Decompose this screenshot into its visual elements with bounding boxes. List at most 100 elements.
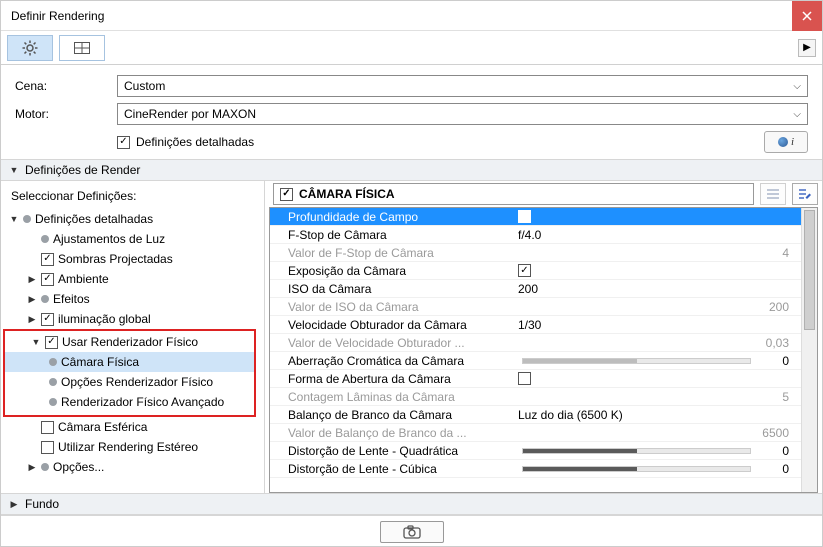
scene-value: Custom bbox=[124, 79, 165, 93]
exposure-checkbox[interactable] bbox=[518, 264, 531, 277]
triangle-down-icon: ▼ bbox=[9, 165, 19, 175]
tree-gi[interactable]: ▶ iluminação global bbox=[1, 309, 260, 329]
triangle-right-icon: ▶ bbox=[27, 314, 37, 325]
scrollbar-thumb[interactable] bbox=[804, 210, 815, 330]
prop-distortion-cubic[interactable]: Distorção de Lente - Cúbica 0 bbox=[270, 460, 817, 478]
tree-physical-camera[interactable]: Câmara Física bbox=[5, 352, 254, 372]
render-preview-button[interactable] bbox=[380, 521, 444, 543]
prop-chromatic[interactable]: Aberração Cromática da Câmara 0 bbox=[270, 352, 817, 370]
spherical-checkbox[interactable] bbox=[41, 421, 54, 434]
bullet-icon bbox=[41, 463, 49, 471]
chevron-down-icon: ⌵ bbox=[793, 109, 801, 120]
prop-aperture-shape[interactable]: Forma de Abertura da Câmara bbox=[270, 370, 817, 388]
triangle-right-icon: ▶ bbox=[27, 462, 37, 473]
prop-fstop-value[interactable]: Valor de F-Stop de Câmara 4 bbox=[270, 244, 817, 262]
bullet-icon bbox=[41, 295, 49, 303]
bullet-icon bbox=[49, 378, 57, 386]
prop-fstop[interactable]: F-Stop de Câmara f/4.0 bbox=[270, 226, 817, 244]
fundo-header[interactable]: ▶ Fundo bbox=[1, 493, 822, 515]
engine-info-button[interactable]: i bbox=[764, 131, 808, 153]
prop-label: Balanço de Branco da Câmara bbox=[288, 408, 518, 422]
tree-label: iluminação global bbox=[58, 312, 151, 326]
scene-label: Cena: bbox=[15, 79, 117, 93]
prop-exposure[interactable]: Exposição da Câmara bbox=[270, 262, 817, 280]
info-icon: i bbox=[791, 136, 794, 148]
tree-label: Sombras Projectadas bbox=[58, 252, 173, 266]
tree-use-physical[interactable]: ▼ Usar Renderizador Físico bbox=[5, 332, 254, 352]
prop-label: ISO da Câmara bbox=[288, 282, 518, 296]
tree-root[interactable]: ▼ Definições detalhadas bbox=[1, 209, 260, 229]
properties-scrollbar[interactable] bbox=[801, 208, 817, 492]
chromatic-slider[interactable] bbox=[522, 358, 751, 364]
prop-label: Valor de Velocidade Obturador ... bbox=[288, 336, 518, 350]
ambient-checkbox[interactable] bbox=[41, 273, 54, 286]
prop-value: f/4.0 bbox=[518, 228, 541, 242]
highlighted-group: ▼ Usar Renderizador Físico Câmara Física… bbox=[3, 329, 256, 417]
tree-physical-advanced[interactable]: Renderizador Físico Avançado bbox=[5, 392, 254, 412]
tree-shadows[interactable]: Sombras Projectadas bbox=[1, 249, 260, 269]
prop-label: Aberração Cromática da Câmara bbox=[288, 354, 518, 368]
tree-ambient[interactable]: ▶ Ambiente bbox=[1, 269, 260, 289]
tree-stereo[interactable]: Utilizar Rendering Estéreo bbox=[1, 437, 260, 457]
prop-iso[interactable]: ISO da Câmara 200 bbox=[270, 280, 817, 298]
main-split: Seleccionar Definições: ▼ Definições det… bbox=[1, 181, 822, 493]
settings-tab-button[interactable] bbox=[7, 35, 53, 61]
close-button[interactable] bbox=[792, 1, 822, 31]
tree-spherical-camera[interactable]: Câmara Esférica bbox=[1, 417, 260, 437]
prop-label: F-Stop de Câmara bbox=[288, 228, 518, 242]
use-physical-checkbox[interactable] bbox=[45, 336, 58, 349]
prop-value: Luz do dia (6500 K) bbox=[518, 408, 623, 422]
grid-icon bbox=[74, 42, 90, 54]
render-defs-title: Definições de Render bbox=[25, 163, 140, 177]
select-defs-label: Seleccionar Definições: bbox=[1, 187, 264, 209]
tree-label: Ajustamentos de Luz bbox=[53, 232, 165, 246]
definitions-tree: ▼ Definições detalhadas Ajustamentos de … bbox=[1, 209, 264, 477]
bottom-bar bbox=[1, 515, 822, 547]
detailed-checkbox[interactable] bbox=[117, 136, 130, 149]
panel-enable-checkbox[interactable] bbox=[280, 188, 293, 201]
prop-value: 200 bbox=[648, 300, 809, 314]
prop-shutter-value[interactable]: Valor de Velocidade Obturador ... 0,03 bbox=[270, 334, 817, 352]
tree-effects[interactable]: ▶ Efeitos bbox=[1, 289, 260, 309]
prop-distortion-quadratic[interactable]: Distorção de Lente - Quadrática 0 bbox=[270, 442, 817, 460]
prop-value: 1/30 bbox=[518, 318, 541, 332]
edit-mode-button[interactable] bbox=[792, 183, 818, 205]
tree-label: Câmara Esférica bbox=[58, 420, 147, 434]
prop-blades[interactable]: Contagem Lâminas da Câmara 5 bbox=[270, 388, 817, 406]
scene-select[interactable]: Custom ⌵ bbox=[117, 75, 808, 97]
tree-physical-options[interactable]: Opções Renderizador Físico bbox=[5, 372, 254, 392]
distortion-q-slider[interactable] bbox=[522, 448, 751, 454]
gear-icon bbox=[22, 40, 38, 56]
render-defs-header[interactable]: ▼ Definições de Render bbox=[1, 159, 822, 181]
prop-iso-value[interactable]: Valor de ISO da Câmara 200 bbox=[270, 298, 817, 316]
tree-light-adj[interactable]: Ajustamentos de Luz bbox=[1, 229, 260, 249]
size-tab-button[interactable] bbox=[59, 35, 105, 61]
prop-label: Distorção de Lente - Quadrática bbox=[288, 444, 518, 458]
prop-shutter[interactable]: Velocidade Obturador da Câmara 1/30 bbox=[270, 316, 817, 334]
detailed-label: Definições detalhadas bbox=[136, 135, 254, 149]
distortion-c-slider[interactable] bbox=[522, 466, 751, 472]
tree-label: Câmara Física bbox=[61, 355, 139, 369]
prop-label: Distorção de Lente - Cúbica bbox=[288, 462, 518, 476]
shadows-checkbox[interactable] bbox=[41, 253, 54, 266]
gi-checkbox[interactable] bbox=[41, 313, 54, 326]
property-list: Profundidade de Campo F-Stop de Câmara f… bbox=[269, 207, 818, 493]
bullet-icon bbox=[41, 235, 49, 243]
list-mode-button[interactable] bbox=[760, 183, 786, 205]
chevron-down-icon: ⌵ bbox=[793, 81, 801, 92]
camera-icon bbox=[403, 525, 421, 539]
prop-dof[interactable]: Profundidade de Campo bbox=[270, 208, 817, 226]
prop-white-balance[interactable]: Balanço de Branco da Câmara Luz do dia (… bbox=[270, 406, 817, 424]
prop-label: Valor de ISO da Câmara bbox=[288, 300, 518, 314]
triangle-right-icon: ▶ bbox=[27, 294, 37, 305]
toolbar-overflow-button[interactable]: ▶ bbox=[798, 39, 816, 57]
engine-select[interactable]: CineRender por MAXON ⌵ bbox=[117, 103, 808, 125]
prop-white-balance-value[interactable]: Valor de Balanço de Branco da ... 6500 bbox=[270, 424, 817, 442]
bullet-icon bbox=[49, 398, 57, 406]
prop-label: Valor de Balanço de Branco da ... bbox=[288, 426, 518, 440]
aperture-shape-checkbox[interactable] bbox=[518, 372, 531, 385]
stereo-checkbox[interactable] bbox=[41, 441, 54, 454]
tree-options[interactable]: ▶ Opções... bbox=[1, 457, 260, 477]
close-icon bbox=[802, 11, 812, 21]
dof-checkbox[interactable] bbox=[518, 210, 531, 223]
